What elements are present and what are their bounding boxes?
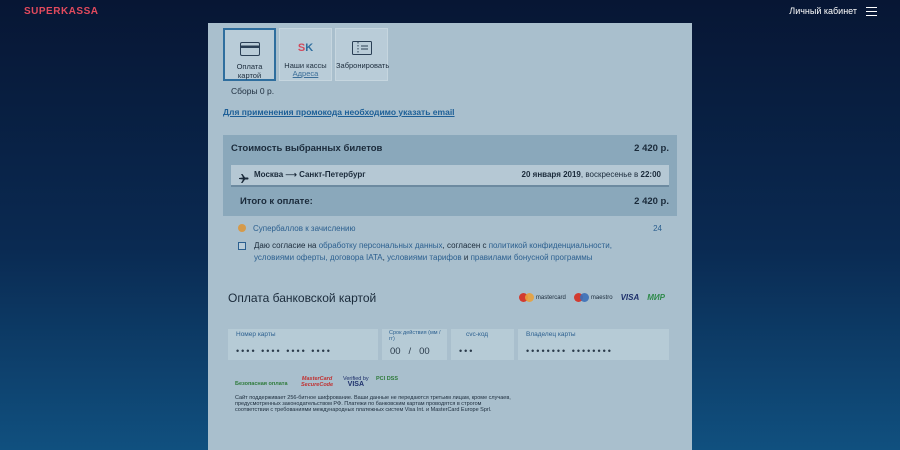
personal-data-link[interactable]: обработку персональных данных <box>319 241 443 250</box>
visa-badge-line2: VISA <box>347 381 365 388</box>
fees-text: Сборы 0 р. <box>231 86 275 96</box>
maestro-label: maestro <box>590 294 613 301</box>
mc-badge-line2: SecureCode <box>301 382 334 388</box>
cardholder-field[interactable]: Владелец карты •••••••• •••••••• <box>518 329 669 360</box>
tariff-terms-link[interactable]: условиями тарифов <box>387 253 462 262</box>
payment-brands: mastercard maestro VISA МИР <box>518 293 665 302</box>
mastercard-logo: mastercard <box>518 293 566 302</box>
verified-by-visa-badge: Verified by VISA <box>343 376 369 388</box>
maestro-logo: maestro <box>573 293 613 302</box>
departure-time: 22:00 <box>640 170 661 179</box>
cvc-field[interactable]: cvc-код ••• <box>451 329 514 360</box>
bonus-points-label: Супербаллов к зачислению <box>253 224 356 233</box>
departure-datetime: 20 января 2019, воскресенье в 22:00 <box>522 170 661 179</box>
order-summary: Стоимость выбранных билетов 2 420 р. Мос… <box>223 135 677 216</box>
superkassa-logo[interactable]: SUPERKASSA <box>24 6 98 17</box>
tab-card-payment[interactable]: Оплата картой <box>223 28 276 81</box>
card-number-field[interactable]: Номер карты •••• •••• •••• •••• <box>228 329 378 360</box>
expiry-separator: / <box>408 346 412 357</box>
departure-weekday: , воскресенье в <box>580 170 641 179</box>
tab-book[interactable]: Забронировать <box>335 28 390 81</box>
consent-text-1: Даю согласие на <box>254 241 319 250</box>
total-title: Итого к оплате: <box>240 196 313 207</box>
tab-our-offices[interactable]: SK Наши кассы Адреса <box>279 28 332 81</box>
plane-icon <box>239 170 249 188</box>
promo-email-link[interactable]: Для применения промокода необходимо указ… <box>223 107 455 117</box>
addresses-link[interactable]: Адреса <box>280 70 331 78</box>
consent-text: Даю согласие на обработку персональных д… <box>254 240 654 264</box>
total-price: 2 420 р. <box>634 196 669 207</box>
expiry-month[interactable]: 00 <box>390 346 401 357</box>
card-icon <box>225 36 274 62</box>
tab-label: Забронировать <box>336 61 390 70</box>
cardholder-input[interactable]: •••••••• •••••••• <box>526 346 613 356</box>
sk-logo-icon: SK <box>297 42 314 54</box>
route-text: Москва ⟶ Санкт-Петербург <box>254 170 366 179</box>
checkout-panel: Оплата картой SK Наши кассы Адреса Забро… <box>208 23 692 450</box>
menu-icon[interactable] <box>866 7 877 16</box>
expiry-field[interactable]: Срок действия (мм / гг) 00 / 00 <box>382 329 447 360</box>
coin-icon <box>238 224 246 232</box>
expiry-year[interactable]: 00 <box>419 346 430 357</box>
selected-tickets-price: 2 420 р. <box>634 143 669 154</box>
ticket-icon <box>336 35 387 61</box>
route-row: Москва ⟶ Санкт-Петербург 20 января 2019,… <box>231 165 669 187</box>
mastercard-securecode-badge: MasterCard SecureCode <box>301 376 333 388</box>
cardholder-label: Владелец карты <box>526 331 576 338</box>
top-bar: SUPERKASSA Личный кабинет <box>0 0 900 24</box>
pci-dss-badge: PCI DSS <box>376 376 399 382</box>
cvc-input[interactable]: ••• <box>459 346 474 356</box>
card-number-input[interactable]: •••• •••• •••• •••• <box>236 346 332 356</box>
consent-text-4: и <box>461 253 471 262</box>
mastercard-label: mastercard <box>535 294 566 301</box>
departure-date: 20 января 2019 <box>521 170 581 179</box>
cvc-label: cvc-код <box>466 331 489 338</box>
mir-logo: МИР <box>647 293 665 302</box>
bonus-rules-link[interactable]: правилами бонусной программы <box>471 253 593 262</box>
card-payment-title: Оплата банковской картой <box>228 291 377 305</box>
consent-checkbox[interactable] <box>238 242 246 250</box>
selected-tickets-title: Стоимость выбранных билетов <box>231 143 383 154</box>
visa-logo: VISA <box>620 293 640 302</box>
bonus-points-value: 24 <box>653 224 662 233</box>
tab-label: Оплата картой <box>236 62 263 80</box>
card-number-label: Номер карты <box>236 331 276 338</box>
expiry-label: Срок действия (мм / гг) <box>389 330 441 342</box>
security-fine-print: Сайт поддерживает 256-битное шифрование.… <box>235 395 511 413</box>
expiry-input[interactable]: 00 / 00 <box>390 346 430 357</box>
secure-payment-badge: Безопасная оплата <box>235 381 288 387</box>
account-link[interactable]: Личный кабинет <box>789 6 857 16</box>
consent-text-2: , согласен с <box>442 241 489 250</box>
